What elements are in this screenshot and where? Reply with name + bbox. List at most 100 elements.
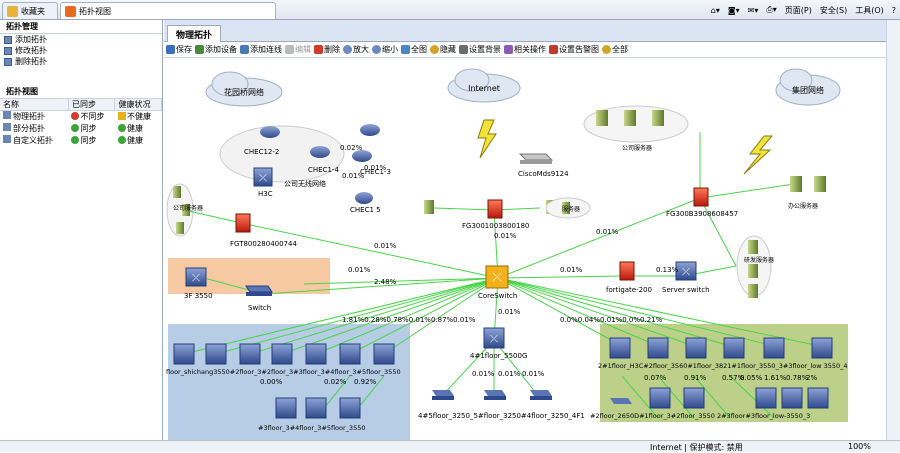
- switch-icon[interactable]: [239, 343, 261, 365]
- switch-icon[interactable]: [647, 337, 669, 359]
- server-icon[interactable]: [424, 200, 434, 214]
- table-row[interactable]: 部分拓扑 同步 健康: [0, 123, 162, 135]
- row-name: 物理拓扑: [13, 112, 45, 122]
- home-icon[interactable]: ⌂▾: [711, 6, 720, 15]
- server-icon[interactable]: [748, 240, 758, 298]
- topology-canvas[interactable]: 花园桥网络 Internet 集团网络 CHEC12-2 CHEC1-4 CHE…: [164, 58, 886, 440]
- core-switch-icon[interactable]: ⤫: [485, 265, 509, 289]
- router-icon[interactable]: [260, 126, 280, 138]
- edit-topology-item[interactable]: 修改拓扑: [0, 45, 162, 56]
- link-pct-label: 2.48%: [374, 278, 397, 286]
- switch-icon[interactable]: ⤫: [185, 267, 207, 287]
- zoom-out-button[interactable]: 缩小: [372, 44, 398, 55]
- add-device-button[interactable]: 添加设备: [195, 44, 237, 55]
- row-health: 健康: [126, 124, 143, 133]
- zoom-level[interactable]: 100%: [848, 442, 871, 451]
- edit-topology-label: 修改拓扑: [15, 46, 47, 55]
- switch-icon[interactable]: [271, 343, 293, 365]
- router-icon[interactable]: [310, 146, 330, 158]
- favorites-tab[interactable]: 收藏夹: [2, 2, 58, 19]
- topology-view-table: 名称 已同步 健康状况 物理拓扑 不同步 不健康 部分拓扑 同步 健康 自定义拓…: [0, 99, 162, 147]
- delete-topology-item[interactable]: 删除拓扑: [0, 56, 162, 67]
- switch-icon[interactable]: ⤫: [483, 327, 505, 349]
- link-pct-label: 0.01%: [560, 266, 583, 274]
- firewall-icon[interactable]: [693, 187, 709, 207]
- router-icon[interactable]: [355, 192, 373, 204]
- switch-icon[interactable]: [755, 387, 777, 409]
- col-name[interactable]: 名称: [0, 99, 69, 111]
- table-row[interactable]: 自定义拓扑 同步 健康: [0, 135, 162, 147]
- storage-switch-icon[interactable]: [518, 153, 554, 164]
- chec14-label: CHEC1-4: [308, 166, 339, 174]
- server-switch-label: Server switch: [662, 286, 710, 294]
- feeds-icon[interactable]: ◙▾: [728, 6, 740, 15]
- switch-icon[interactable]: [530, 390, 552, 400]
- hide-button[interactable]: 隐藏: [430, 44, 456, 55]
- set-alarm-button[interactable]: 设置告警图: [549, 44, 599, 55]
- save-button[interactable]: 保存: [166, 44, 192, 55]
- switch-icon[interactable]: [685, 337, 707, 359]
- switch-icon[interactable]: [339, 343, 361, 365]
- switch-icon[interactable]: [305, 343, 327, 365]
- switch-icon[interactable]: [763, 337, 785, 359]
- firewall-icon[interactable]: [235, 213, 251, 233]
- cloud-icon[interactable]: 花园桥网络: [205, 71, 283, 107]
- server-icon[interactable]: [596, 110, 664, 126]
- set-background-button[interactable]: 设置背景: [459, 44, 501, 55]
- switch-icon[interactable]: [275, 397, 297, 419]
- col-health[interactable]: 健康状况: [114, 99, 162, 111]
- table-row[interactable]: 物理拓扑 不同步 不健康: [0, 111, 162, 123]
- topology-view-title: 拓扑视图: [0, 85, 162, 99]
- chec12-label: CHEC12-2: [244, 148, 279, 156]
- safety-menu[interactable]: 安全(S): [820, 5, 847, 16]
- row-sync: 同步: [80, 124, 97, 133]
- switch-icon[interactable]: [373, 343, 395, 365]
- tab-physical-topology[interactable]: 物理拓扑: [167, 25, 222, 42]
- mail-icon[interactable]: ✉▾: [748, 6, 759, 15]
- link-pct-label: 0.01%: [498, 370, 521, 378]
- fortigate-label: fortigate-200: [606, 286, 652, 294]
- fit-all-button[interactable]: 全图: [401, 44, 427, 55]
- router-icon[interactable]: [360, 124, 380, 136]
- link-pct-label: 0.01%: [498, 308, 521, 316]
- switch-icon[interactable]: [723, 337, 745, 359]
- related-ops-button[interactable]: 相关操作: [504, 44, 546, 55]
- switch-icon[interactable]: [781, 387, 803, 409]
- col-synced[interactable]: 已同步: [68, 99, 116, 111]
- show-all-button[interactable]: 全部: [602, 44, 628, 55]
- add-link-icon: [240, 45, 249, 54]
- switch-icon[interactable]: [339, 397, 361, 419]
- switch-icon[interactable]: ⤫: [675, 261, 697, 281]
- switch-icon[interactable]: ⤫: [253, 167, 273, 187]
- edit-button[interactable]: 编辑: [285, 44, 311, 55]
- switch-icon[interactable]: [484, 390, 506, 400]
- delete-button[interactable]: 删除: [314, 44, 340, 55]
- add-link-button[interactable]: 添加连线: [240, 44, 282, 55]
- page-menu[interactable]: 页面(P): [785, 5, 812, 16]
- related-ops-icon: [504, 45, 513, 54]
- cloud-icon[interactable]: 集团网络: [775, 68, 841, 106]
- firewall-icon[interactable]: [487, 199, 503, 219]
- tools-menu[interactable]: 工具(O): [855, 5, 884, 16]
- server-icon[interactable]: [790, 176, 826, 192]
- zoom-in-button[interactable]: 放大: [343, 44, 369, 55]
- switch-icon[interactable]: [811, 337, 833, 359]
- switch-icon[interactable]: [649, 387, 671, 409]
- add-topology-icon: [4, 35, 12, 44]
- add-topology-item[interactable]: 添加拓扑: [0, 34, 162, 45]
- topology-view-tab[interactable]: 拓扑视图: [60, 2, 276, 19]
- switch-icon[interactable]: [173, 343, 195, 365]
- topology-toolbar: 保存 添加设备 添加连线 编辑 删除 放大 缩小 全图 隐藏 设置背景 相关操作…: [164, 42, 900, 58]
- switch-icon[interactable]: [245, 285, 273, 296]
- switch-icon[interactable]: [609, 337, 631, 359]
- switch-icon[interactable]: [432, 390, 454, 400]
- firewall-icon[interactable]: [619, 261, 635, 281]
- vertical-scrollbar[interactable]: [886, 20, 900, 440]
- switch-icon[interactable]: [683, 387, 705, 409]
- help-menu[interactable]: ?: [892, 6, 896, 15]
- print-icon[interactable]: ⎙▾: [766, 5, 776, 15]
- switch-icon[interactable]: [807, 387, 829, 409]
- switch-icon[interactable]: [205, 343, 227, 365]
- switch-icon[interactable]: [305, 397, 327, 419]
- cloud-icon[interactable]: Internet: [447, 68, 521, 103]
